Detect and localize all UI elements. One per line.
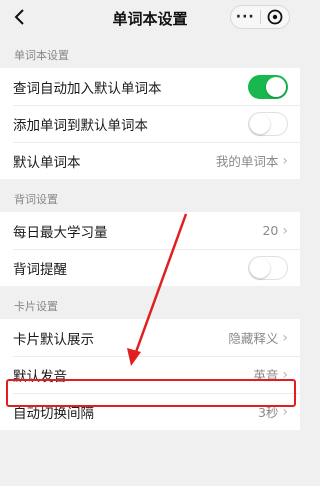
row-label: 自动切换间隔 xyxy=(13,405,94,422)
toggle-knob xyxy=(266,76,286,97)
daily-max-value: 20 xyxy=(262,223,279,238)
section-title-memorize: 背词设置 xyxy=(14,192,58,206)
row-value: 英音 › xyxy=(253,365,288,384)
row-label: 查词自动加入默认单词本 xyxy=(13,80,162,97)
default-pronunciation-row[interactable]: 默认发音 英音 › xyxy=(0,356,300,393)
auto-switch-interval-value: 3秒 xyxy=(257,405,279,420)
chevron-right-icon: › xyxy=(282,329,288,346)
nav-bar: 单词本设置 ··· xyxy=(0,0,300,35)
chevron-right-icon: › xyxy=(282,152,288,169)
memorize-settings-group: 每日最大学习量 20 › 背词提醒 xyxy=(0,212,300,286)
card-settings-group: 卡片默认展示 隐藏释义 › 默认发音 英音 › 自动切换间隔 3秒 › xyxy=(0,319,300,430)
more-menu-icon[interactable]: ··· xyxy=(231,7,260,27)
row-value: 3秒 › xyxy=(258,402,288,421)
row-value: 隐藏释义 › xyxy=(228,328,288,347)
add-to-default-row[interactable]: 添加单词到默认单词本 xyxy=(0,105,300,142)
row-label: 每日最大学习量 xyxy=(13,224,108,241)
chevron-right-icon: › xyxy=(282,222,288,239)
auto-add-lookup-toggle[interactable] xyxy=(248,74,288,99)
card-display-row[interactable]: 卡片默认展示 隐藏释义 › xyxy=(0,319,300,356)
row-value: 我的单词本 › xyxy=(216,151,288,170)
row-label: 默认发音 xyxy=(13,368,67,385)
close-icon[interactable] xyxy=(261,9,290,25)
default-wordbook-row[interactable]: 默认单词本 我的单词本 › xyxy=(0,142,300,179)
row-label: 背词提醒 xyxy=(13,261,67,278)
section-title-wordbook: 单词本设置 xyxy=(14,48,69,62)
reminder-toggle[interactable] xyxy=(248,255,288,280)
default-pronunciation-value: 英音 xyxy=(253,368,279,383)
card-display-value: 隐藏释义 xyxy=(228,331,279,346)
row-value: 20 › xyxy=(262,223,288,238)
section-title-card: 卡片设置 xyxy=(14,299,58,313)
daily-max-row[interactable]: 每日最大学习量 20 › xyxy=(0,212,300,249)
auto-add-lookup-row[interactable]: 查词自动加入默认单词本 xyxy=(0,68,300,105)
add-to-default-toggle[interactable] xyxy=(248,111,288,136)
toggle-knob xyxy=(250,113,270,134)
row-label: 默认单词本 xyxy=(13,154,81,171)
chevron-right-icon: › xyxy=(282,403,288,420)
toggle-knob xyxy=(250,257,270,278)
row-label: 卡片默认展示 xyxy=(13,331,94,348)
mini-program-capsule: ··· xyxy=(230,5,290,29)
reminder-row[interactable]: 背词提醒 xyxy=(0,249,300,286)
chevron-right-icon: › xyxy=(282,366,288,383)
auto-switch-interval-row[interactable]: 自动切换间隔 3秒 › xyxy=(0,393,300,430)
row-label: 添加单词到默认单词本 xyxy=(13,117,148,134)
default-wordbook-value: 我的单词本 xyxy=(215,154,279,169)
wordbook-settings-group: 查词自动加入默认单词本 添加单词到默认单词本 默认单词本 我的单词本 › xyxy=(0,68,300,179)
